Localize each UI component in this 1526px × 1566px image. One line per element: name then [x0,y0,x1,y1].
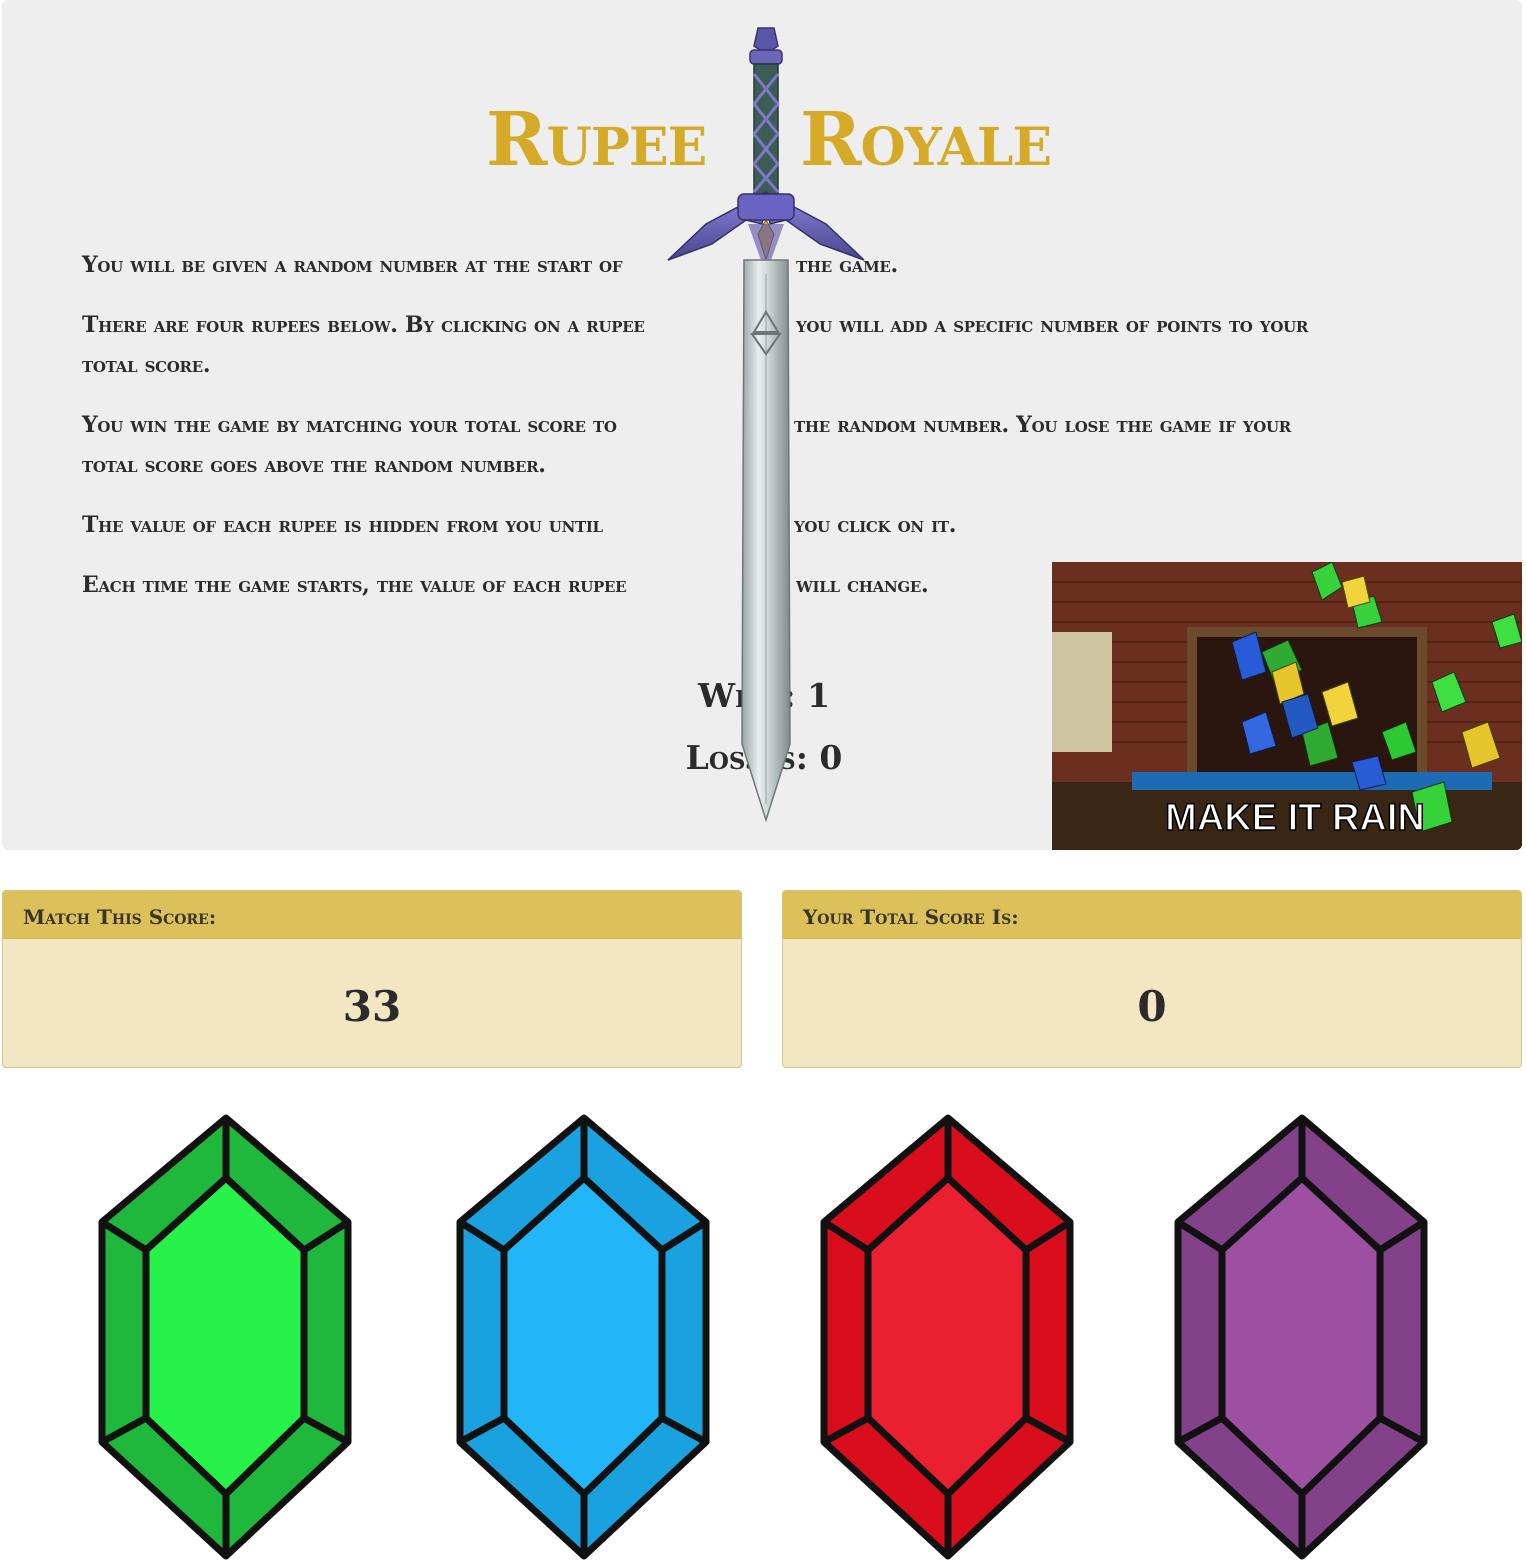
target-score-panel: Match This Score: 33 [2,890,742,1068]
instruction-2-left: There are four rupees below. By clicking… [82,312,645,338]
instruction-5-left: Each time the game starts, the value of … [82,572,627,598]
instruction-2-wrap: total score. [82,352,211,378]
blue-rupee-button[interactable] [454,1112,714,1562]
red-rupee-button[interactable] [818,1112,1078,1562]
total-score-value: 0 [1137,982,1167,1031]
instruction-3-wrap: total score goes above the random number… [82,452,546,478]
instruction-2-right: you will add a specific number of points… [796,312,1309,338]
total-score-heading: Your Total Score Is: [783,891,1521,939]
jumbotron: Rupee Royale You will be given a random … [2,0,1522,850]
instruction-3-right: the random number. You lose the game if … [794,412,1291,438]
make-it-rain-caption: MAKE IT RAIN [1165,797,1425,839]
target-score-value: 33 [342,982,402,1031]
instruction-4-left: The value of each rupee is hidden from y… [82,512,603,538]
master-sword-image [667,27,865,823]
purple-rupee-button[interactable] [1172,1112,1432,1562]
instruction-3-left: You win the game by matching your total … [82,412,617,438]
target-score-heading: Match This Score: [3,891,741,939]
total-score-panel: Your Total Score Is: 0 [782,890,1522,1068]
green-rupee-button[interactable] [96,1112,356,1562]
instruction-1-left: You will be given a random number at the… [82,252,623,278]
make-it-rain-image: MAKE IT RAIN [1052,562,1522,850]
